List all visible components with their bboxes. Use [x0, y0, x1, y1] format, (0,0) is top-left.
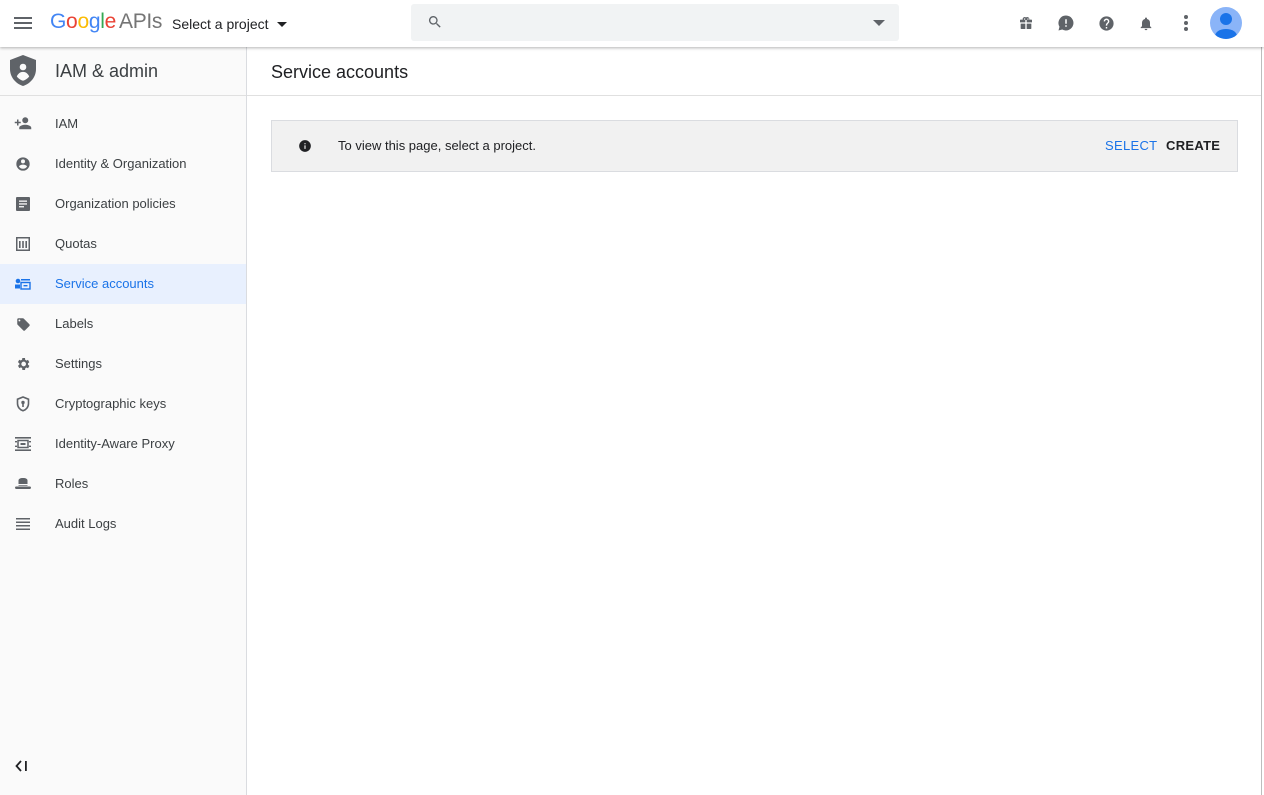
menu-icon [14, 17, 32, 29]
top-bar: Google APIs Select a project [0, 0, 1264, 47]
info-icon [299, 140, 311, 152]
sidebar-item-label: Service accounts [55, 276, 154, 291]
sidebar-item-label: Labels [55, 316, 94, 331]
hat-icon [14, 475, 32, 493]
sidebar: IAM & admin IAM Identity & Organization … [0, 47, 247, 795]
sidebar-item-label: Organization policies [55, 196, 176, 211]
notifications-button[interactable] [1130, 7, 1162, 39]
banner-message: To view this page, select a project. [338, 138, 536, 153]
sidebar-item-label: Quotas [55, 236, 97, 251]
key-shield-icon [14, 395, 32, 413]
feedback-icon [1058, 15, 1074, 31]
sidebar-item-identity-organization[interactable]: Identity & Organization [0, 144, 246, 184]
sidebar-header: IAM & admin [0, 47, 246, 96]
sidebar-item-label: Audit Logs [55, 516, 117, 531]
lines-icon [14, 515, 32, 533]
sidebar-item-label: Roles [55, 476, 89, 491]
sidebar-title: IAM & admin [55, 61, 159, 81]
search-options-caret-icon[interactable] [873, 20, 885, 26]
person-add-icon [14, 115, 32, 133]
sidebar-item-label: Identity & Organization [55, 156, 187, 171]
title-divider [247, 95, 1262, 96]
help-icon [1098, 15, 1114, 31]
sidebar-item-identity-aware-proxy[interactable]: Identity-Aware Proxy [0, 424, 246, 464]
google-apis-logo[interactable]: Google APIs [50, 10, 162, 34]
account-circle-icon [14, 155, 32, 173]
sidebar-item-service-accounts[interactable]: Service accounts [0, 264, 246, 304]
search-input[interactable] [457, 12, 861, 34]
label-icon [14, 315, 32, 333]
more-vert-icon [1184, 15, 1188, 31]
collapse-sidebar-button[interactable] [14, 758, 34, 774]
sidebar-item-label: Settings [55, 356, 102, 371]
select-button[interactable]: SELECT [1105, 138, 1157, 153]
logo-google-text: Google [50, 10, 116, 33]
sidebar-item-settings[interactable]: Settings [0, 344, 246, 384]
help-button[interactable] [1090, 7, 1122, 39]
right-edge-divider [1261, 47, 1262, 795]
quota-icon [14, 235, 32, 253]
more-options-button[interactable] [1170, 7, 1202, 39]
project-selector-label: Select a project [172, 16, 269, 32]
sidebar-item-roles[interactable]: Roles [0, 464, 246, 504]
notifications-icon [1140, 17, 1152, 30]
page-title: Service accounts [271, 62, 409, 82]
sidebar-item-label: Identity-Aware Proxy [55, 436, 175, 451]
search-bar[interactable] [411, 4, 899, 41]
shield-icon [10, 55, 36, 86]
collapse-icon [15, 760, 27, 772]
user-silhouette-icon [1215, 13, 1237, 39]
create-button[interactable]: CREATE [1166, 138, 1220, 153]
project-selector[interactable]: Select a project [162, 8, 297, 40]
sidebar-item-iam[interactable]: IAM [0, 104, 246, 144]
sidebar-nav: IAM Identity & Organization Organization… [0, 104, 246, 544]
menu-button[interactable] [4, 4, 42, 42]
sidebar-item-audit-logs[interactable]: Audit Logs [0, 504, 246, 544]
gift-icon [1020, 17, 1032, 29]
sidebar-item-label: Cryptographic keys [55, 396, 167, 411]
feedback-button[interactable] [1050, 7, 1082, 39]
search-icon [428, 16, 441, 28]
sidebar-item-labels[interactable]: Labels [0, 304, 246, 344]
list-alt-icon [14, 195, 32, 213]
sidebar-item-organization-policies[interactable]: Organization policies [0, 184, 246, 224]
service-account-icon [14, 275, 32, 293]
caret-down-icon [276, 21, 287, 27]
gear-icon [14, 355, 32, 373]
logo-apis-text: APIs [118, 10, 163, 33]
avatar[interactable] [1210, 7, 1242, 39]
gift-button[interactable] [1010, 7, 1042, 39]
sidebar-item-cryptographic-keys[interactable]: Cryptographic keys [0, 384, 246, 424]
sidebar-item-quotas[interactable]: Quotas [0, 224, 246, 264]
info-banner: To view this page, select a project. SEL… [271, 120, 1238, 172]
proxy-icon [14, 435, 32, 453]
sidebar-item-label: IAM [55, 116, 79, 131]
